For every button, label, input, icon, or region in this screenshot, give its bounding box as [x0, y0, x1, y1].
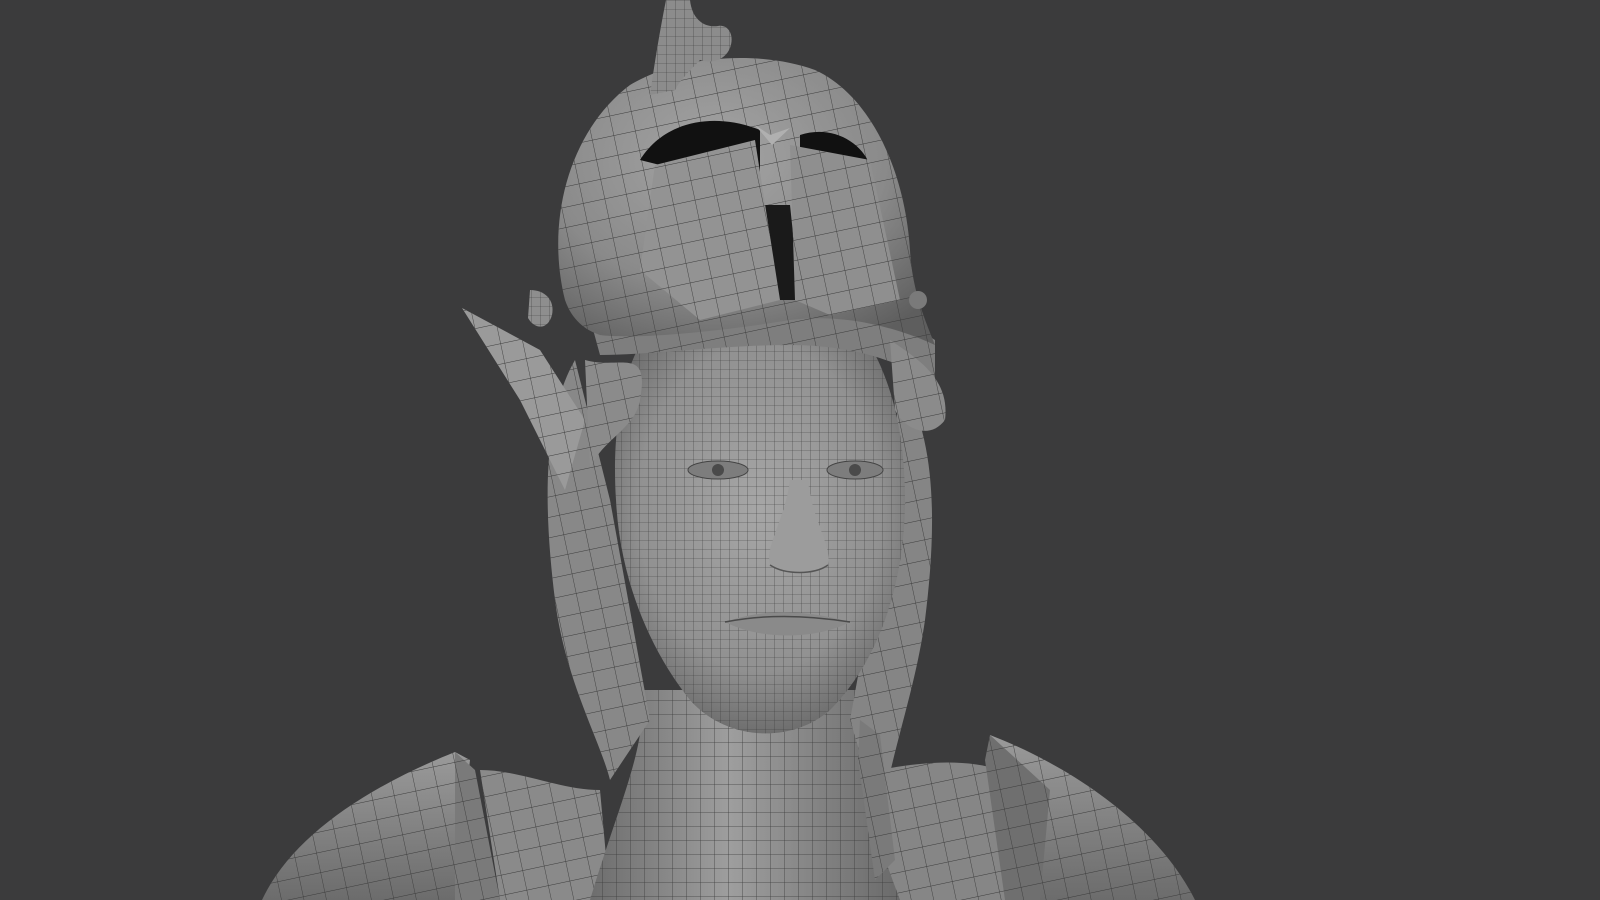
3d-viewport[interactable] [0, 0, 1600, 900]
wireframe-model-render [262, 0, 1195, 900]
left-shoulder-armor [262, 752, 610, 900]
helmet-dome [558, 58, 935, 345]
helmet-rivet [909, 291, 927, 309]
right-shoulder-armor [880, 735, 1195, 900]
